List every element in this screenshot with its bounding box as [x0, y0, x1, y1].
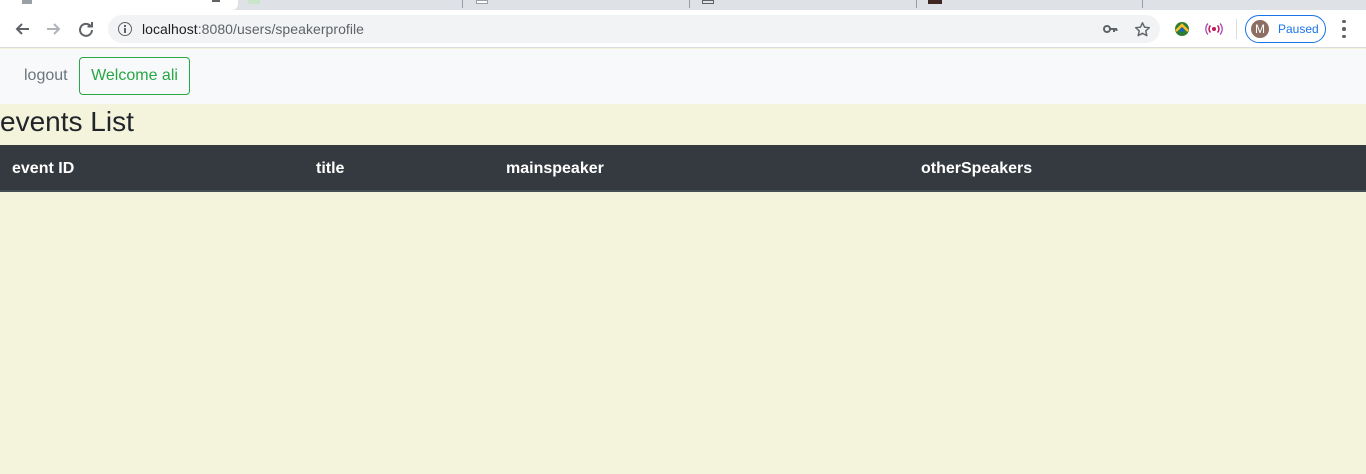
- forward-button[interactable]: [39, 14, 69, 44]
- back-button[interactable]: [7, 14, 37, 44]
- browser-toolbar: localhost:8080/users/speakerprofile: [0, 10, 1366, 48]
- url-text[interactable]: localhost:8080/users/speakerprofile: [142, 21, 364, 37]
- address-bar[interactable]: localhost:8080/users/speakerprofile: [108, 15, 1160, 43]
- tab-separator: [1142, 0, 1143, 8]
- extension-broadcast-icon[interactable]: [1204, 19, 1224, 39]
- reload-button[interactable]: [71, 14, 101, 44]
- url-path: /users/speakerprofile: [233, 21, 365, 37]
- profile-button[interactable]: M Paused: [1245, 15, 1326, 43]
- column-header-mainspeaker: mainspeaker: [506, 160, 604, 177]
- menu-dots-icon[interactable]: [1334, 18, 1354, 40]
- page-navbar: logout Welcome ali: [0, 49, 1366, 104]
- tab-separator: [916, 0, 917, 8]
- page-title: events List: [0, 106, 134, 137]
- info-icon[interactable]: [118, 22, 132, 36]
- tab-separator: [462, 0, 463, 8]
- active-tab[interactable]: [0, 0, 238, 10]
- extension-globe-icon[interactable]: [1172, 19, 1192, 39]
- column-header-otherspeakers: otherSpeakers: [921, 160, 1033, 177]
- column-header-title: title: [316, 160, 345, 177]
- forward-arrow-icon: [47, 23, 61, 35]
- tab-close-icon[interactable]: [212, 0, 220, 2]
- reload-icon: [79, 22, 93, 37]
- tab-strip: [0, 0, 1366, 10]
- tab-favicon: [476, 0, 488, 4]
- profile-status: Paused: [1278, 22, 1319, 36]
- url-port: :8080: [197, 21, 234, 37]
- toolbar-divider: [1236, 19, 1237, 39]
- tab-favicon: [248, 0, 260, 4]
- column-header-event-id: event ID: [12, 160, 75, 177]
- tab-separator: [689, 0, 690, 8]
- welcome-button[interactable]: Welcome ali: [79, 57, 190, 95]
- logout-link[interactable]: logout: [24, 67, 68, 85]
- tab-favicon: [22, 0, 32, 4]
- star-icon[interactable]: [1132, 19, 1152, 39]
- tab-favicon: [928, 0, 942, 4]
- events-table-header: event ID title mainspeaker otherSpeakers: [0, 145, 1366, 192]
- back-arrow-icon: [15, 23, 29, 35]
- url-host: localhost: [142, 21, 198, 37]
- avatar: M: [1250, 19, 1270, 39]
- key-icon[interactable]: [1100, 19, 1120, 39]
- tab-favicon: [702, 0, 714, 4]
